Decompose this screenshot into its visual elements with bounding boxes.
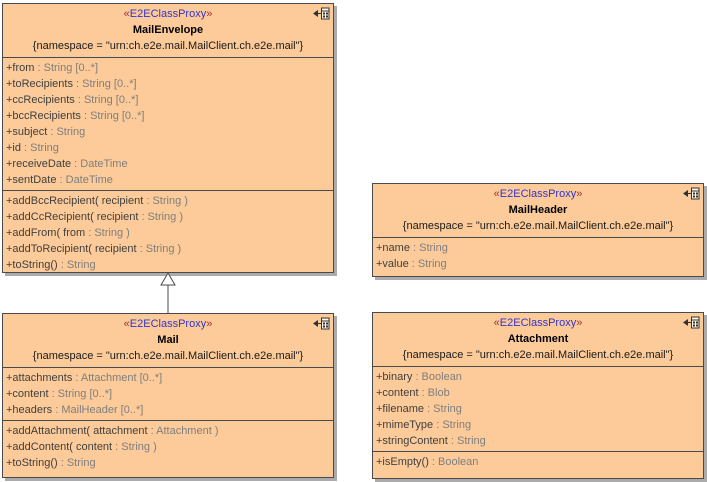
class-stereotype: «E2EClassProxy» xyxy=(376,315,700,331)
proxy-class-icon xyxy=(313,7,330,20)
operation-row: +toString() : String xyxy=(6,257,330,273)
class-header: «E2EClassProxy» Attachment {namespace = … xyxy=(373,313,703,367)
operation-row: +toString() : String xyxy=(6,455,330,471)
class-name: Attachment xyxy=(376,331,700,347)
operation-row: +addToRecipient( recipient : String ) xyxy=(6,241,330,257)
attribute-row: +attachments : Attachment [0..*] xyxy=(6,370,330,386)
attribute-row: +toRecipients : String [0..*] xyxy=(6,76,330,92)
diagram-canvas: «E2EClassProxy» MailEnvelope {namespace … xyxy=(0,0,707,482)
attribute-row: +content : Blob xyxy=(376,385,700,401)
attribute-row: +receiveDate : DateTime xyxy=(6,156,330,172)
attribute-row: +subject : String xyxy=(6,124,330,140)
class-name: MailHeader xyxy=(376,202,700,218)
class-box-mail[interactable]: «E2EClassProxy» Mail {namespace = "urn:c… xyxy=(2,313,334,478)
operation-row: +addContent( content : String ) xyxy=(6,439,330,455)
attribute-row: +name : String xyxy=(376,240,700,256)
attributes-compartment: +binary : Boolean+content : Blob+filenam… xyxy=(373,367,703,452)
attribute-row: +stringContent : String xyxy=(376,433,700,449)
attribute-row: +bccRecipients : String [0..*] xyxy=(6,108,330,124)
attribute-row: +ccRecipients : String [0..*] xyxy=(6,92,330,108)
operation-row: +addAttachment( attachment : Attachment … xyxy=(6,423,330,439)
attribute-row: +headers : MailHeader [0..*] xyxy=(6,402,330,418)
class-box-mailenvelope[interactable]: «E2EClassProxy» MailEnvelope {namespace … xyxy=(2,3,334,273)
proxy-class-icon xyxy=(683,316,700,329)
class-stereotype: «E2EClassProxy» xyxy=(376,186,700,202)
operation-row: +isEmpty() : Boolean xyxy=(376,454,700,470)
class-box-mailheader[interactable]: «E2EClassProxy» MailHeader {namespace = … xyxy=(372,183,704,277)
operation-row: +addCcRecipient( recipient : String ) xyxy=(6,209,330,225)
class-box-attachment[interactable]: «E2EClassProxy» Attachment {namespace = … xyxy=(372,312,704,479)
class-stereotype: «E2EClassProxy» xyxy=(6,6,330,22)
attribute-row: +mimeType : String xyxy=(376,417,700,433)
operations-compartment: +addBccRecipient( recipient : String )+a… xyxy=(3,191,333,275)
class-header: «E2EClassProxy» MailEnvelope {namespace … xyxy=(3,4,333,58)
class-header: «E2EClassProxy» Mail {namespace = "urn:c… xyxy=(3,314,333,368)
attribute-row: +from : String [0..*] xyxy=(6,60,330,76)
proxy-class-icon xyxy=(313,317,330,330)
attributes-compartment: +name : String+value : String xyxy=(373,238,703,276)
class-namespace: {namespace = "urn:ch.e2e.mail.MailClient… xyxy=(6,38,330,54)
attribute-row: +content : String [0..*] xyxy=(6,386,330,402)
class-name: MailEnvelope xyxy=(6,22,330,38)
operations-compartment: +isEmpty() : Boolean xyxy=(373,452,703,478)
attribute-row: +binary : Boolean xyxy=(376,369,700,385)
attribute-row: +sentDate : DateTime xyxy=(6,172,330,188)
attribute-row: +id : String xyxy=(6,140,330,156)
proxy-class-icon xyxy=(683,187,700,200)
class-namespace: {namespace = "urn:ch.e2e.mail.MailClient… xyxy=(376,347,700,363)
operation-row: +addBccRecipient( recipient : String ) xyxy=(6,193,330,209)
class-namespace: {namespace = "urn:ch.e2e.mail.MailClient… xyxy=(376,218,700,234)
class-stereotype: «E2EClassProxy» xyxy=(6,316,330,332)
generalization-arrow-mail-to-mailenvelope[interactable] xyxy=(156,272,180,314)
attribute-row: +filename : String xyxy=(376,401,700,417)
class-namespace: {namespace = "urn:ch.e2e.mail.MailClient… xyxy=(6,348,330,364)
attribute-row: +value : String xyxy=(376,256,700,272)
operations-compartment: +addAttachment( attachment : Attachment … xyxy=(3,421,333,477)
class-header: «E2EClassProxy» MailHeader {namespace = … xyxy=(373,184,703,238)
operation-row: +addFrom( from : String ) xyxy=(6,225,330,241)
class-name: Mail xyxy=(6,332,330,348)
attributes-compartment: +attachments : Attachment [0..*]+content… xyxy=(3,368,333,421)
attributes-compartment: +from : String [0..*]+toRecipients : Str… xyxy=(3,58,333,191)
